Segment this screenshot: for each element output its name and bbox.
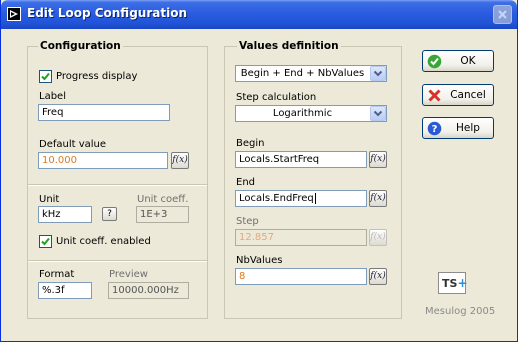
- checkmark-icon: [41, 237, 50, 246]
- checkmark-icon: [41, 72, 50, 81]
- teststand-logo: TS+: [438, 272, 468, 294]
- label-field[interactable]: Freq: [38, 104, 170, 121]
- begin-field[interactable]: Locals.StartFreq: [235, 151, 367, 168]
- company-label: Mesulog 2005: [425, 306, 496, 317]
- label-caption: Label: [39, 91, 66, 102]
- window-title: Edit Loop Configuration: [27, 6, 187, 20]
- end-field[interactable]: Locals.EndFreq: [235, 190, 367, 207]
- unit-field[interactable]: kHz: [38, 206, 92, 223]
- text-caret: [314, 192, 316, 204]
- close-icon: [498, 10, 507, 19]
- end-field-text: Locals.EndFreq: [239, 193, 314, 204]
- nbvalues-field[interactable]: 8: [235, 268, 367, 285]
- unit-help-button[interactable]: ?: [102, 207, 117, 221]
- svg-text:?: ?: [432, 124, 438, 135]
- step-calculation-dropdown-button[interactable]: [370, 106, 386, 121]
- chevron-down-icon: [373, 70, 383, 77]
- help-button[interactable]: ? Help: [422, 117, 494, 139]
- title-bar[interactable]: Edit Loop Configuration: [1, 0, 517, 29]
- progress-display-label: Progress display: [56, 71, 138, 82]
- nbvalues-expression-button[interactable]: f(x): [369, 268, 387, 285]
- cancel-button[interactable]: Cancel: [422, 84, 494, 106]
- configuration-group-title: Configuration: [38, 40, 123, 52]
- unit-coeff-field: 1E+3: [136, 206, 189, 223]
- dialog-window: Edit Loop Configuration Configuration Pr…: [0, 0, 518, 342]
- nbvalues-caption: NbValues: [236, 255, 283, 266]
- step-field: 12.857: [235, 229, 367, 246]
- default-value-expression-button[interactable]: f(x): [171, 152, 189, 169]
- step-calculation-selected: Logarithmic: [272, 108, 333, 119]
- configuration-separator-1: [28, 184, 207, 186]
- default-value-field[interactable]: 10.000: [38, 152, 168, 169]
- begin-caption: Begin: [236, 138, 265, 149]
- default-value-caption: Default value: [39, 139, 107, 150]
- step-calculation-select[interactable]: Logarithmic: [235, 105, 387, 122]
- help-question-icon: ?: [427, 121, 442, 136]
- unit-coeff-caption: Unit coeff.: [137, 194, 189, 205]
- step-caption: Step: [236, 216, 259, 227]
- unit-coeff-enabled-label: Unit coeff. enabled: [56, 236, 151, 247]
- end-caption: End: [236, 177, 256, 188]
- preview-field: 10000.000Hz: [108, 282, 189, 299]
- logo-text: TS: [442, 277, 458, 290]
- values-mode-select[interactable]: Begin + End + NbValues: [235, 65, 387, 82]
- help-button-label: Help: [456, 122, 480, 134]
- configuration-separator-2: [28, 260, 207, 262]
- format-field[interactable]: %.3f: [38, 282, 92, 299]
- red-x-icon: [427, 88, 442, 103]
- close-button[interactable]: [493, 5, 512, 24]
- check-circle-icon: [427, 54, 442, 69]
- logo-plus: +: [457, 276, 468, 290]
- progress-display-checkbox[interactable]: [39, 70, 52, 83]
- begin-expression-button[interactable]: f(x): [369, 151, 387, 168]
- format-caption: Format: [39, 269, 75, 280]
- ok-button-label: OK: [460, 55, 476, 67]
- step-calculation-caption: Step calculation: [236, 92, 317, 103]
- chevron-down-icon: [373, 110, 383, 117]
- values-mode-dropdown-button[interactable]: [370, 66, 386, 81]
- ok-button[interactable]: OK: [422, 50, 494, 72]
- values-definition-group-title: Values definition: [237, 40, 341, 52]
- unit-coeff-enabled-checkbox[interactable]: [39, 235, 52, 248]
- unit-caption: Unit: [39, 194, 60, 205]
- preview-caption: Preview: [109, 269, 148, 280]
- labview-arrow-icon: [7, 7, 21, 21]
- cancel-button-label: Cancel: [450, 89, 486, 101]
- values-mode-selected: Begin + End + NbValues: [240, 68, 365, 79]
- step-expression-button: f(x): [369, 229, 387, 246]
- end-expression-button[interactable]: f(x): [369, 190, 387, 207]
